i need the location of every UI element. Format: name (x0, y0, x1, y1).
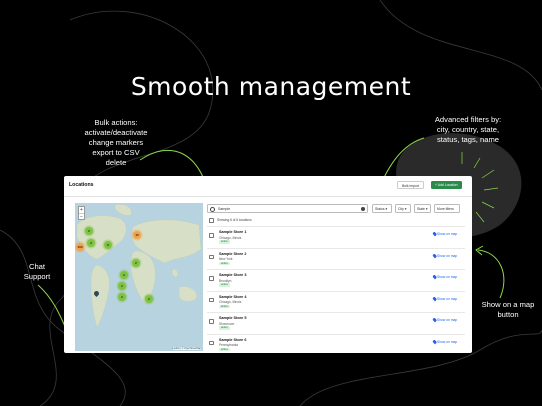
store-city: New York (219, 257, 233, 261)
status-badge: active (219, 283, 230, 287)
note-line: Support (23, 272, 51, 281)
search-icon (210, 206, 215, 212)
showing-count: Showing 6 of 6 locations (217, 218, 252, 222)
map-cluster[interactable]: 2 (145, 295, 153, 303)
store-rows: Sample Store 1 Chicago, Illinois active Sho… (207, 226, 465, 353)
map-cluster[interactable]: 8 (104, 241, 112, 249)
show-on-map-link[interactable]: Show on map (432, 339, 458, 344)
row-checkbox[interactable] (209, 254, 214, 259)
map-cluster[interactable]: 2 (85, 227, 93, 235)
note-line: delete (105, 158, 127, 167)
status-badge: active (219, 326, 230, 330)
store-name: Sample Store 1 (219, 230, 247, 234)
app-window: Locations Bulk import + Add Location + −… (64, 176, 472, 353)
map-cluster[interactable]: 3 (87, 239, 95, 247)
map-cluster[interactable]: 100 (76, 243, 84, 251)
map-cluster[interactable]: 15 (133, 231, 141, 239)
map-cluster[interactable]: 2 (118, 293, 126, 301)
show-on-map-label: Show on map (437, 339, 458, 344)
row-checkbox[interactable] (209, 233, 214, 238)
status-badge: active (219, 261, 230, 266)
page-title: Locations (69, 182, 94, 188)
show-on-map-link[interactable]: Show on map (432, 231, 458, 237)
store-name: Sample Store 6 (219, 337, 247, 342)
search-value: Sample (218, 206, 231, 211)
chat-note: Chat Support (16, 262, 58, 282)
note-line: button (497, 310, 519, 319)
store-name: Sample Store 5 (219, 316, 247, 320)
bulk-actions-note: Bulk actions: activate/deactivate change… (66, 118, 166, 168)
note-line: status, tags, name (436, 135, 500, 144)
map-attribution: Leaflet | © OpenStreetMap (172, 347, 201, 350)
note-line: city, country, state, (436, 125, 500, 134)
show-on-map-label: Show on map (437, 318, 458, 322)
store-name: Sample Store 4 (219, 294, 247, 299)
show-map-note: Show on a map button (472, 300, 542, 320)
table-row[interactable]: Sample Store 6 Pennsylvania active Show on … (207, 333, 465, 354)
show-on-map-label: Show on map (437, 296, 458, 301)
table-row[interactable]: Sample Store 1 Chicago, Illinois active Sho… (207, 226, 465, 248)
show-on-map-link[interactable]: Show on map (432, 296, 458, 301)
note-line: export to CSV (92, 148, 140, 157)
city-filter[interactable]: City ▾ (395, 204, 411, 213)
search-input[interactable]: Sample (207, 204, 368, 213)
store-name: Sample Store 3 (219, 273, 247, 277)
divider (64, 196, 472, 197)
row-checkbox[interactable] (209, 340, 214, 345)
zoom-out-button[interactable]: − (79, 213, 84, 220)
note-line: Bulk actions: (94, 118, 138, 127)
select-all-checkbox[interactable] (209, 218, 214, 223)
status-badge: active (219, 304, 230, 309)
map-cluster[interactable]: 2 (120, 271, 128, 279)
status-badge: active (219, 347, 230, 352)
note-line: Show on a map (481, 300, 535, 309)
headline: Smooth management (130, 72, 412, 101)
note-line: change markers (88, 138, 144, 147)
zoom-controls: + − (78, 206, 85, 220)
map-cluster[interactable]: 2 (132, 259, 140, 267)
bulk-import-button[interactable]: Bulk import (397, 181, 424, 189)
row-checkbox[interactable] (209, 319, 214, 324)
status-filter[interactable]: Status ▾ (372, 204, 392, 213)
status-badge: active (219, 240, 230, 244)
note-line: activate/deactivate (84, 128, 148, 137)
world-map (76, 204, 202, 328)
show-on-map-label: Show on map (437, 275, 458, 279)
map-panel[interactable]: + − 2 15 3 100 8 2 2 2 2 2 Leaflet | © OpenStreet… (75, 203, 203, 351)
table-row[interactable]: Sample Store 4 Chicago, Illinois active Sho… (207, 290, 465, 313)
state-filter[interactable]: State ▾ (414, 204, 431, 213)
store-city: Pennsylvania (219, 343, 238, 347)
note-line: Advanced filters by: (434, 115, 502, 124)
show-on-map-label: Show on map (437, 253, 458, 258)
store-city: Chicago, Illinois (219, 235, 242, 240)
show-on-map-link[interactable]: Show on map (432, 317, 458, 323)
note-line: Chat (28, 262, 46, 271)
table-row[interactable]: Sample Store 5 Showroom active Show on map (207, 312, 465, 334)
more-filters-button[interactable]: More filters (434, 204, 460, 213)
filters-note: Advanced filters by: city, country, stat… (420, 115, 516, 145)
store-city: Chicago, Illinois (219, 300, 242, 304)
table-row[interactable]: Sample Store 2 New York active Show on map (207, 247, 465, 270)
map-cluster[interactable]: 2 (118, 282, 126, 290)
show-on-map-label: Show on map (437, 232, 458, 236)
table-row[interactable]: Sample Store 3 Brooklyn active Show on map (207, 269, 465, 291)
store-city: Showroom (219, 321, 235, 326)
row-checkbox[interactable] (209, 276, 214, 281)
store-name: Sample Store 2 (219, 251, 247, 256)
add-location-button[interactable]: + Add Location (431, 181, 462, 189)
show-on-map-link[interactable]: Show on map (432, 274, 458, 280)
store-city: Brooklyn (219, 278, 232, 283)
clear-search-icon[interactable] (361, 207, 365, 211)
row-checkbox[interactable] (209, 297, 214, 302)
show-on-map-link[interactable]: Show on map (432, 253, 458, 258)
